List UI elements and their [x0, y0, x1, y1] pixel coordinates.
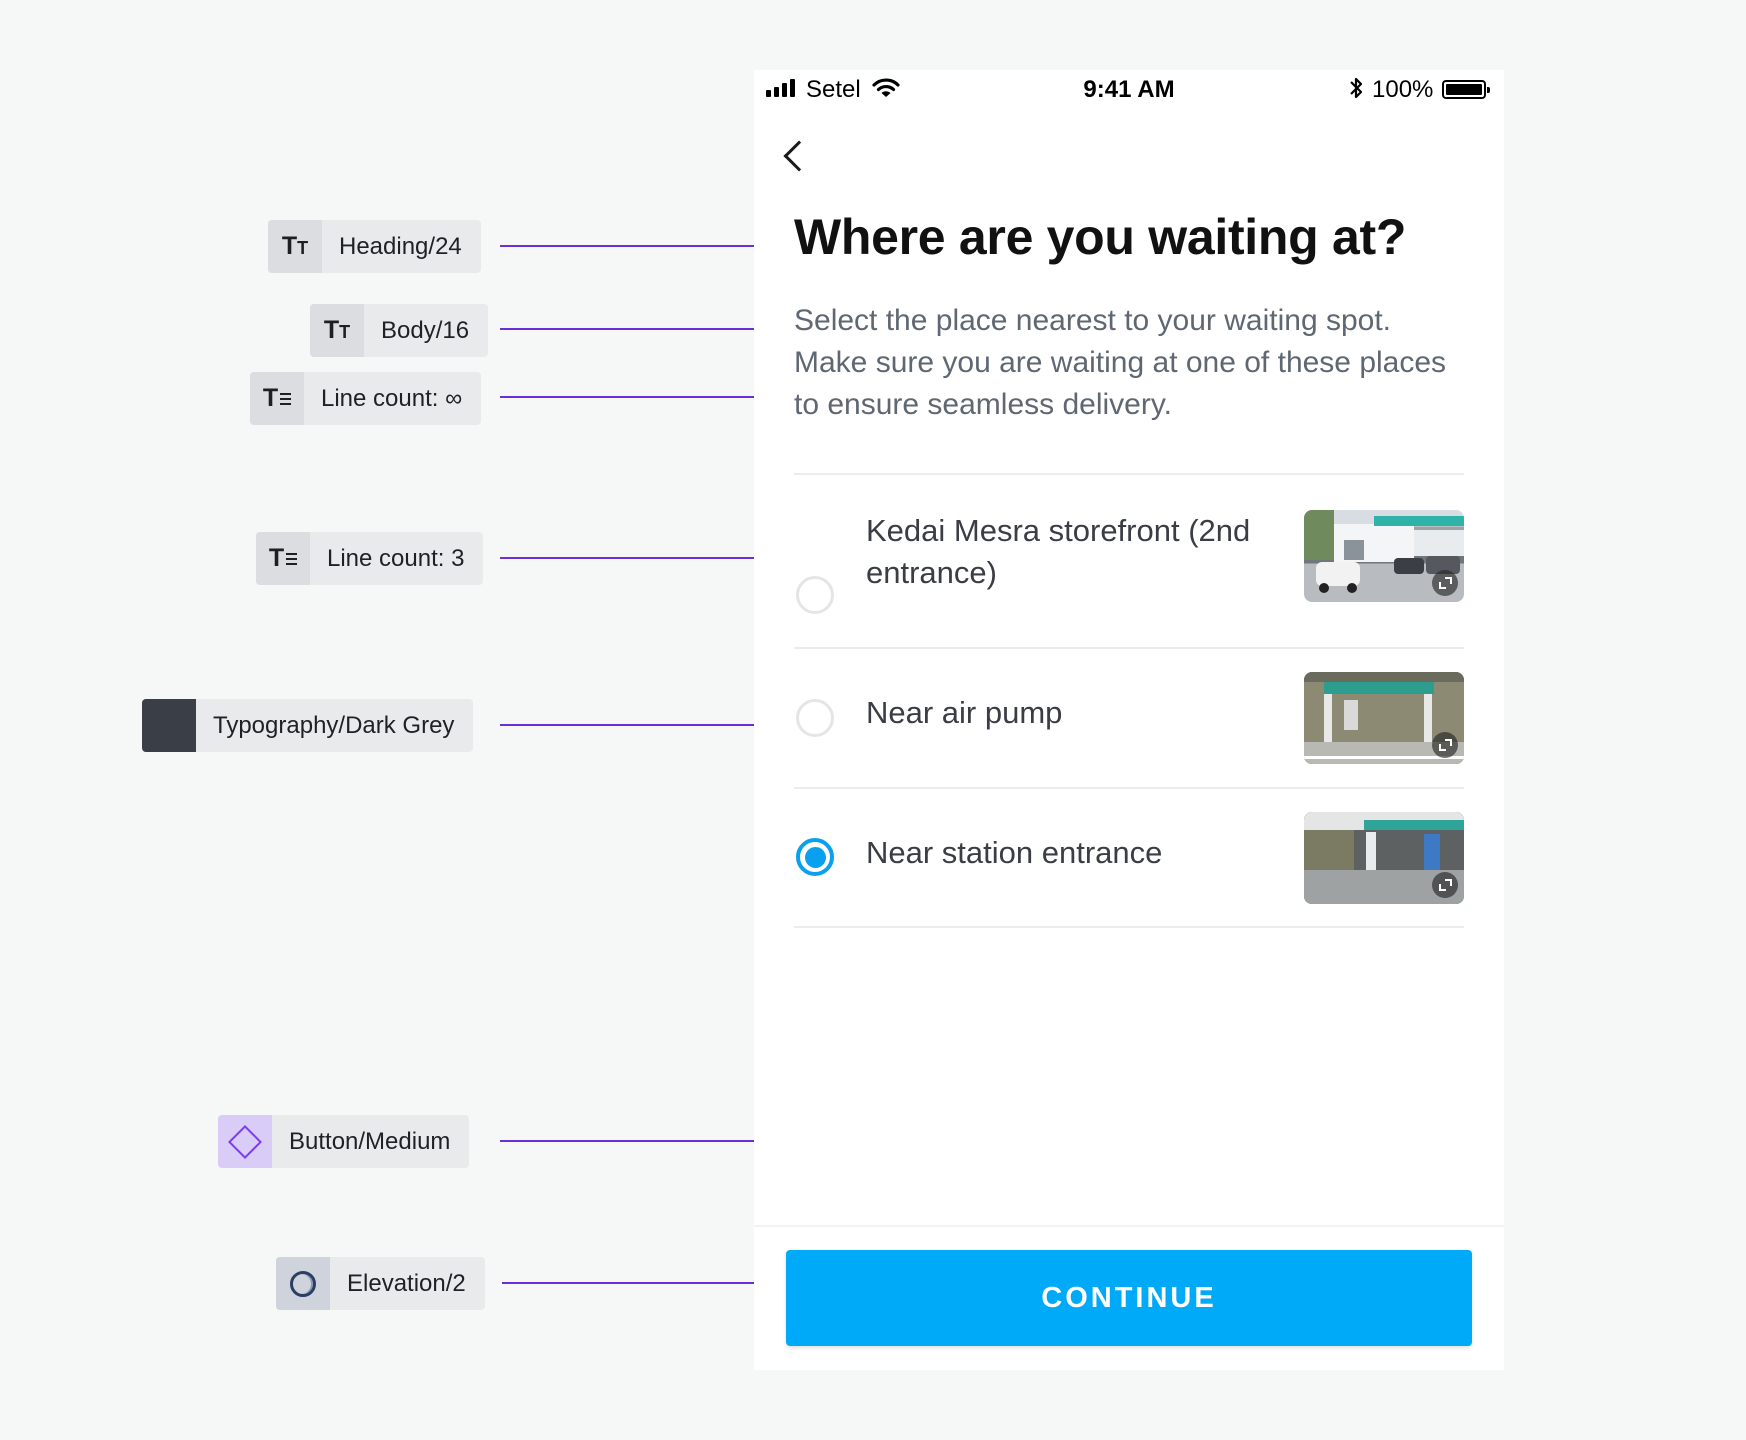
- expand-icon[interactable]: [1432, 570, 1458, 596]
- annotation-connector: [500, 328, 780, 330]
- radio-button[interactable]: [796, 576, 834, 614]
- storefront-thumbnail[interactable]: [1304, 510, 1464, 602]
- annotation-label: Line count: ∞: [321, 384, 463, 412]
- radio-button[interactable]: [796, 699, 834, 737]
- option-label: Near air pump: [866, 695, 1063, 730]
- radio-button-selected[interactable]: [796, 838, 834, 876]
- bluetooth-icon: [1350, 77, 1363, 99]
- elevation-icon: [276, 1257, 330, 1310]
- annotation-label: Elevation/2: [347, 1269, 466, 1297]
- annotation-line-count-3: T Line count: 3: [256, 532, 484, 585]
- divider: [794, 647, 1464, 649]
- footer-divider: [754, 1225, 1504, 1227]
- color-swatch-icon: [142, 699, 196, 752]
- location-option-storefront[interactable]: Kedai Mesra storefront (2nd entrance): [794, 510, 1464, 630]
- annotation-connector: [500, 396, 782, 398]
- annotation-label: Button/Medium: [289, 1127, 451, 1155]
- phone-screen: Setel 9:41 AM 100% Where are you waiting…: [754, 70, 1504, 1370]
- location-option-air-pump[interactable]: Near air pump: [794, 672, 1464, 764]
- battery-percentage: 100%: [1372, 76, 1434, 103]
- line-count-icon: T: [250, 372, 304, 425]
- chevron-left-icon[interactable]: [776, 135, 816, 179]
- expand-icon[interactable]: [1432, 732, 1458, 758]
- annotation-button: Button/Medium: [218, 1115, 470, 1168]
- annotation-heading: TT Heading/24: [268, 220, 481, 273]
- status-bar: Setel 9:41 AM 100%: [754, 70, 1504, 110]
- annotation-body: TT Body/16: [310, 304, 489, 357]
- line-count-icon: T: [256, 532, 310, 585]
- page-description: Select the place nearest to your waiting…: [794, 304, 1447, 421]
- divider: [794, 926, 1464, 928]
- annotation-color: Typography/Dark Grey: [142, 699, 474, 752]
- annotation-elevation: Elevation/2: [276, 1257, 485, 1310]
- divider: [794, 473, 1464, 475]
- annotation-connector: [502, 1282, 770, 1284]
- option-label: Kedai Mesra storefront (2nd entrance): [866, 513, 1251, 590]
- expand-icon[interactable]: [1432, 872, 1458, 898]
- annotation-label: Body/16: [381, 316, 470, 344]
- battery-icon: [1442, 80, 1490, 99]
- annotation-connector: [500, 245, 786, 247]
- annotation-label: Typography/Dark Grey: [213, 711, 455, 739]
- location-option-station-entrance[interactable]: Near station entrance: [794, 812, 1464, 904]
- annotation-label: Heading/24: [339, 232, 462, 260]
- text-style-icon: TT: [310, 304, 364, 357]
- air-pump-thumbnail[interactable]: [1304, 672, 1464, 764]
- page-title: Where are you waiting at?: [794, 209, 1407, 265]
- text-style-icon: TT: [268, 220, 322, 273]
- continue-button[interactable]: CONTINUE: [786, 1250, 1472, 1346]
- option-label: Near station entrance: [866, 835, 1163, 870]
- component-diamond-icon: [218, 1115, 272, 1168]
- annotation-line-count-infinite: T Line count: ∞: [250, 372, 482, 425]
- station-entrance-thumbnail[interactable]: [1304, 812, 1464, 904]
- divider: [794, 787, 1464, 789]
- annotation-label: Line count: 3: [327, 544, 465, 572]
